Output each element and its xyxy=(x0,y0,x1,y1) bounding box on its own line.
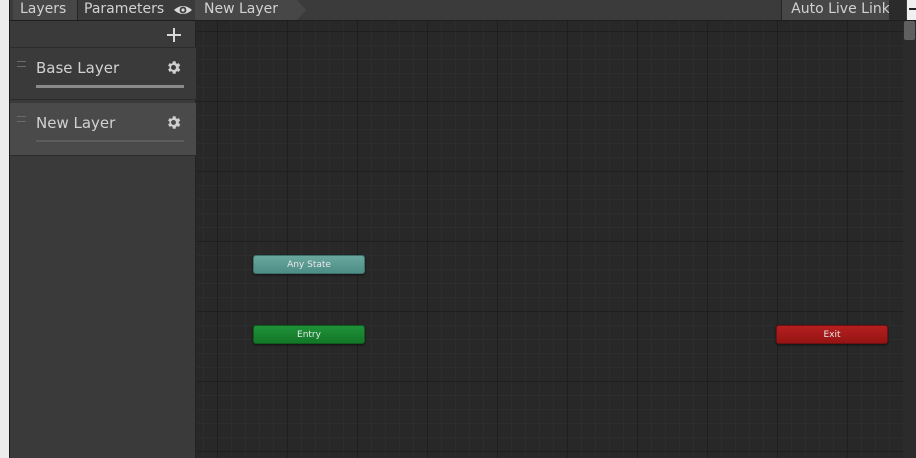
eye-icon[interactable] xyxy=(173,2,193,18)
plus-icon xyxy=(167,28,181,42)
layer-name: Base Layer xyxy=(36,59,120,77)
tab-parameters[interactable]: Parameters xyxy=(78,0,172,20)
layer-name: New Layer xyxy=(36,114,116,132)
exit-node[interactable]: Exit xyxy=(776,325,888,344)
breadcrumb-label: New Layer xyxy=(204,1,279,17)
scrollbar-thumb[interactable] xyxy=(904,21,915,40)
layer-weight-slider[interactable] xyxy=(36,85,184,88)
layer-item-base-layer[interactable]: Base Layer xyxy=(10,47,196,100)
drag-handle-icon[interactable] xyxy=(17,116,26,122)
minimize-button[interactable] xyxy=(907,0,916,20)
drag-handle-icon[interactable] xyxy=(17,61,26,67)
layer-item-new-layer[interactable]: New Layer xyxy=(10,103,196,156)
tab-layers[interactable]: Layers xyxy=(13,0,78,20)
state-machine-graph[interactable]: Any State Entry Exit xyxy=(197,21,903,458)
layers-panel: Base Layer New Layer xyxy=(10,21,196,458)
auto-live-link-button[interactable]: Auto Live Link xyxy=(781,0,899,20)
window-edge xyxy=(0,0,9,458)
animator-toolbar: Layers Parameters New Layer Auto Live Li… xyxy=(10,0,916,21)
gear-icon[interactable] xyxy=(165,114,182,131)
toolbar-spacer xyxy=(889,0,906,20)
layer-weight-slider[interactable] xyxy=(36,140,184,142)
vertical-scrollbar[interactable] xyxy=(903,21,916,458)
gear-icon[interactable] xyxy=(165,59,182,76)
add-layer-button[interactable] xyxy=(164,25,184,45)
entry-node[interactable]: Entry xyxy=(253,325,365,344)
any-state-node[interactable]: Any State xyxy=(253,255,365,274)
